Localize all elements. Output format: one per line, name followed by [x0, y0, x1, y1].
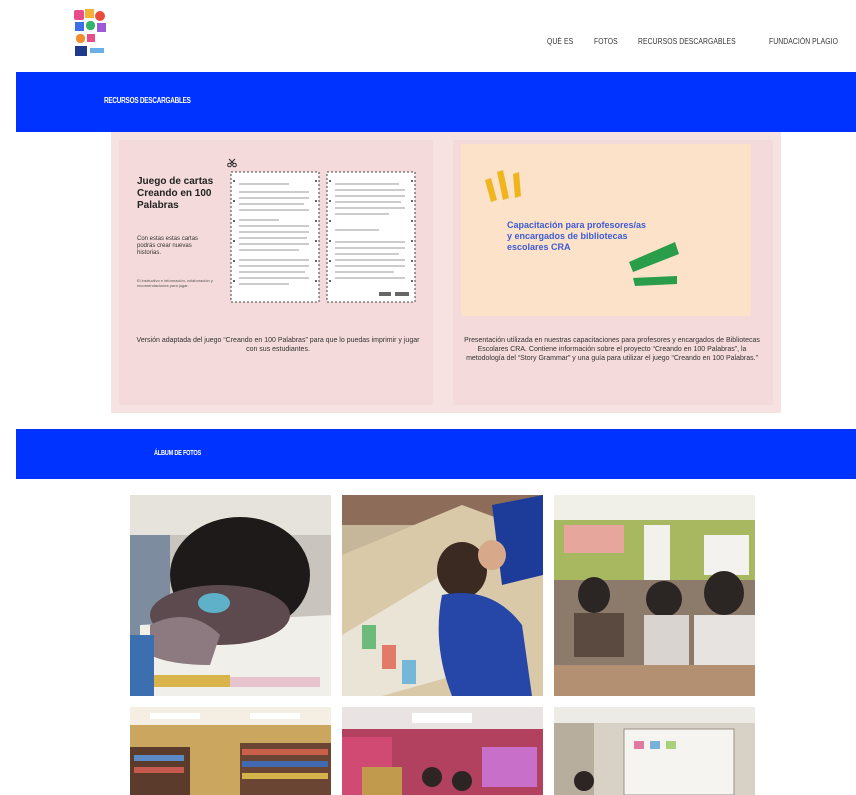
gallery-photo-student-drawing[interactable] — [342, 495, 543, 696]
gallery-photo-classroom-board[interactable] — [554, 707, 755, 795]
album-section-title: ÁLBUM DE FOTOS — [154, 450, 201, 457]
resource-card-image: Juego de cartas Creando en 100 Palabras … — [119, 140, 433, 310]
gallery-photo-library[interactable] — [130, 707, 331, 795]
scissors-icon — [227, 158, 237, 168]
gallery-photo-classroom-pink[interactable] — [342, 707, 543, 795]
photo-image — [342, 707, 543, 795]
card-sheets-illustration — [230, 171, 416, 303]
photo-image — [130, 707, 331, 795]
resource-card-caption: Presentación utilizada en nuestras capac… — [464, 337, 760, 362]
yellow-strokes-decoration — [485, 170, 521, 202]
resource-card-subtitle: Con estas estas cartas podrás crear nuev… — [137, 236, 199, 256]
resource-card-cards-game[interactable]: Juego de cartas Creando en 100 Palabras … — [119, 140, 433, 405]
gallery-photo-student-resting[interactable] — [130, 495, 331, 696]
resource-card-image: Capacitación para profesores/as y encarg… — [461, 144, 751, 316]
nav-link-recursos[interactable]: RECURSOS DESCARGABLES — [638, 37, 736, 46]
green-strokes-decoration — [629, 242, 679, 286]
photo-image — [554, 495, 755, 696]
site-header: QUÉ ES FOTOS RECURSOS DESCARGABLES FUNDA… — [0, 0, 856, 72]
resources-grid: Juego de cartas Creando en 100 Palabras … — [111, 132, 781, 413]
resources-section-header: RECURSOS DESCARGABLES — [16, 72, 856, 132]
nav-link-fotos[interactable]: FOTOS — [594, 37, 618, 46]
photo-image — [130, 495, 331, 696]
nav-link-fundacion[interactable]: FUNDACIÓN PLAGIO — [769, 37, 838, 46]
resource-card-cra-training[interactable]: Capacitación para profesores/as y encarg… — [453, 140, 773, 405]
photo-image — [554, 707, 755, 795]
resource-card-caption: Versión adaptada del juego “Creando en 1… — [136, 337, 420, 353]
album-section-header: ÁLBUM DE FOTOS — [16, 429, 856, 479]
main-nav: QUÉ ES FOTOS RECURSOS DESCARGABLES FUNDA… — [547, 37, 850, 46]
nav-link-que-es[interactable]: QUÉ ES — [547, 37, 573, 46]
resources-section-title: RECURSOS DESCARGABLES — [104, 96, 191, 105]
resource-card-smallprint: El instructivo e información, colaboraci… — [137, 278, 213, 288]
gallery-photo-classroom-back[interactable] — [554, 495, 755, 696]
site-logo[interactable] — [72, 8, 112, 58]
resource-card-title: Capacitación para profesores/as y encarg… — [507, 220, 647, 252]
resource-card-title: Juego de cartas Creando en 100 Palabras — [137, 176, 214, 211]
photo-image — [342, 495, 543, 696]
